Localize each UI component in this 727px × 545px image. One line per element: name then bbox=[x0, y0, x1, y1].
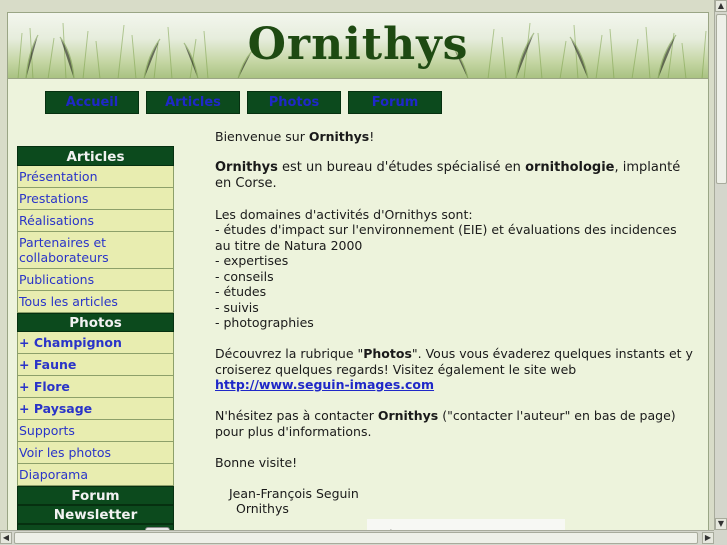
horizontal-scroll-thumb[interactable] bbox=[14, 532, 698, 544]
scroll-down-arrow-icon[interactable]: ▼ bbox=[715, 518, 727, 530]
sidebar-item-partenaires[interactable]: Partenaires et collaborateurs bbox=[17, 232, 174, 269]
sidebar-item-supports[interactable]: Supports bbox=[17, 420, 174, 442]
sidebar-item-prestations[interactable]: Prestations bbox=[17, 188, 174, 210]
sidebar-item-faune[interactable]: + Faune bbox=[17, 354, 174, 376]
main-nav: Accueil Articles Photos Forum bbox=[45, 91, 442, 115]
welcome-line: Bienvenue sur Ornithys! bbox=[215, 129, 375, 144]
domain-item: - études bbox=[215, 284, 267, 299]
bird-photo bbox=[367, 519, 565, 530]
sidebar-photos-header: Photos bbox=[17, 313, 174, 332]
sidebar-item-realisations[interactable]: Réalisations bbox=[17, 210, 174, 232]
signature-name: Jean-François Seguin bbox=[229, 485, 359, 501]
sidebar-item-publications[interactable]: Publications bbox=[17, 269, 174, 291]
domain-item: - conseils bbox=[215, 268, 274, 284]
domain-item: - expertises bbox=[215, 253, 289, 268]
scroll-right-arrow-icon[interactable]: ▶ bbox=[702, 532, 714, 544]
domains-paragraph: Les domaines d'activités d'Ornithys sont… bbox=[215, 207, 695, 331]
scroll-left-arrow-icon[interactable]: ◀ bbox=[0, 532, 12, 544]
nav-accueil[interactable]: Accueil bbox=[45, 91, 139, 114]
sidebar-item-flore[interactable]: + Flore bbox=[17, 376, 174, 398]
nav-articles[interactable]: Articles bbox=[146, 91, 240, 114]
domain-item: - photographies bbox=[215, 315, 314, 330]
sidebar-forum-header: Forum bbox=[17, 486, 174, 505]
browser-viewport: Ornithys Accueil Articles Photos Forum A… bbox=[0, 0, 714, 530]
vertical-scrollbar[interactable]: ▲ ▼ bbox=[714, 0, 727, 530]
seguin-images-link[interactable]: http://www.seguin-images.com bbox=[215, 377, 434, 392]
sidebar-articles-header: Articles bbox=[17, 146, 174, 166]
nav-photos[interactable]: Photos bbox=[247, 91, 341, 114]
sidebar: Articles Présentation Prestations Réalis… bbox=[17, 146, 174, 530]
sidebar-item-champignon[interactable]: + Champignon bbox=[17, 332, 174, 354]
contact-paragraph: N'hésitez pas à contacter Ornithys ("con… bbox=[215, 408, 676, 439]
scrollbar-corner bbox=[714, 530, 727, 545]
signature-org: Ornithys bbox=[236, 501, 289, 516]
scroll-up-arrow-icon[interactable]: ▲ bbox=[715, 0, 727, 12]
sidebar-item-diaporama[interactable]: Diaporama bbox=[17, 464, 174, 486]
sidebar-item-tous-les-articles[interactable]: Tous les articles bbox=[17, 291, 174, 313]
domains-title: Les domaines d'activités d'Ornithys sont… bbox=[215, 206, 473, 222]
sidebar-item-paysage[interactable]: + Paysage bbox=[17, 398, 174, 420]
sidebar-newsletter-header: Newsletter bbox=[17, 505, 174, 524]
main-content: Bienvenue sur Ornithys! Ornithys est un … bbox=[215, 129, 695, 517]
photos-paragraph: Découvrez la rubrique "Photos". Vous vou… bbox=[215, 346, 693, 392]
horizontal-scrollbar[interactable]: ◀ ▶ bbox=[0, 530, 714, 545]
nav-forum[interactable]: Forum bbox=[348, 91, 442, 114]
domain-item: - études d'impact sur l'environnement (E… bbox=[215, 222, 677, 253]
page-container: Ornithys Accueil Articles Photos Forum A… bbox=[7, 12, 709, 530]
sidebar-item-presentation[interactable]: Présentation bbox=[17, 166, 174, 188]
domain-item: - suivis bbox=[215, 299, 259, 315]
sidebar-item-voir-les-photos[interactable]: Voir les photos bbox=[17, 442, 174, 464]
site-banner: Ornithys bbox=[8, 13, 708, 79]
bird-silhouette-icon bbox=[390, 529, 392, 530]
vertical-scroll-thumb[interactable] bbox=[716, 14, 727, 184]
site-title: Ornithys bbox=[247, 19, 469, 70]
goodbye-line: Bonne visite! bbox=[215, 454, 298, 470]
intro-paragraph: Ornithys est un bureau d'études spéciali… bbox=[215, 160, 681, 191]
